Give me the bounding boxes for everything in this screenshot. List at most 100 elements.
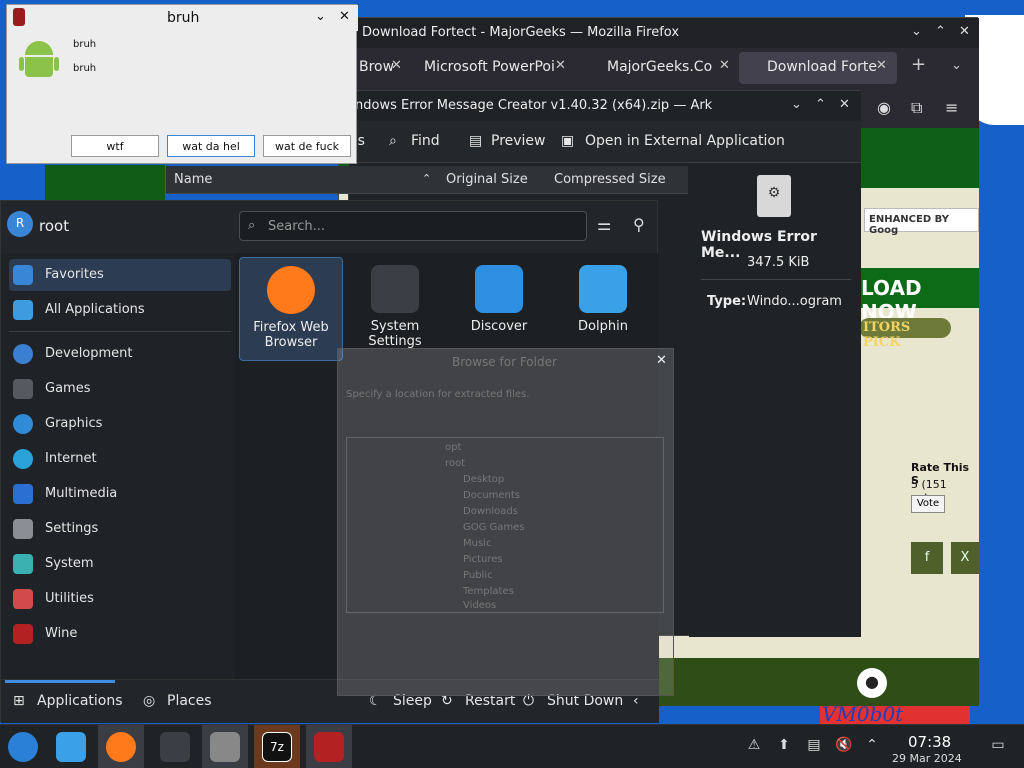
- category-list: Favorites All Applications Development G…: [1, 253, 235, 679]
- pin-icon[interactable]: ⚲: [633, 215, 645, 234]
- tab-download-fortect[interactable]: Download Forte: [739, 52, 897, 84]
- ark-info-panel: ⚙ Windows Error Me... 347.5 KiB Type: Wi…: [689, 163, 861, 637]
- taskbar-firefox[interactable]: [98, 725, 144, 768]
- tree-item[interactable]: Music: [463, 538, 491, 549]
- tab-powerpoint[interactable]: Microsoft PowerPoi: [414, 52, 554, 84]
- wat-de-fuck-button[interactable]: wat de fuck: [263, 135, 351, 157]
- updates-icon[interactable]: ⬆: [774, 737, 794, 757]
- firefox-window-title: Download Fortect - MajorGeeks — Mozilla …: [362, 25, 680, 40]
- favorite-discover[interactable]: Discover: [447, 257, 551, 361]
- tray-expand-icon[interactable]: ⌃: [862, 737, 882, 757]
- category-utilities[interactable]: Utilities: [9, 583, 231, 615]
- tab-close-icon[interactable]: ✕: [555, 58, 566, 73]
- category-settings[interactable]: Settings: [9, 513, 231, 545]
- category-graphics[interactable]: Graphics: [9, 408, 231, 440]
- open-external-button[interactable]: Open in External Application: [585, 133, 785, 149]
- facebook-icon[interactable]: f: [911, 542, 943, 574]
- tree-item[interactable]: Templates: [463, 586, 514, 597]
- tree-item[interactable]: root: [445, 458, 465, 469]
- column-original-size[interactable]: Original Size: [446, 172, 528, 187]
- tree-item[interactable]: Pictures: [463, 554, 503, 565]
- settings-icon: [160, 732, 190, 762]
- category-wine[interactable]: Wine: [9, 618, 231, 650]
- taskbar-wine[interactable]: [306, 725, 352, 768]
- tab-close-icon[interactable]: ✕: [719, 58, 730, 73]
- category-all-applications[interactable]: All Applications: [9, 294, 231, 326]
- search-input[interactable]: ⌕ Search...: [239, 211, 587, 241]
- vote-button[interactable]: Vote: [911, 495, 945, 513]
- browse-dialog-prompt: Specify a location for extracted files.: [346, 389, 530, 400]
- close-icon[interactable]: ✕: [339, 9, 350, 24]
- close-icon[interactable]: ✕: [959, 24, 970, 39]
- ark-window-title: ndows Error Message Creator v1.40.32 (x6…: [355, 98, 713, 113]
- tree-item[interactable]: Downloads: [463, 506, 518, 517]
- applications-tab[interactable]: Applications: [37, 693, 123, 709]
- clipboard-icon[interactable]: ▤: [804, 737, 824, 757]
- close-icon[interactable]: ✕: [839, 97, 850, 112]
- tab-close-icon[interactable]: ✕: [876, 58, 887, 73]
- wtf-button[interactable]: wtf: [71, 135, 159, 157]
- favorite-dolphin[interactable]: Dolphin: [551, 257, 655, 361]
- category-system[interactable]: System: [9, 548, 231, 580]
- close-icon[interactable]: ✕: [656, 353, 667, 368]
- tree-item[interactable]: Videos: [463, 600, 496, 611]
- wine-dialog-titlebar[interactable]: bruh ⌄ ✕: [7, 5, 358, 31]
- column-compressed-size[interactable]: Compressed Size: [554, 172, 666, 187]
- settings-icon: [13, 519, 33, 539]
- folder-tree[interactable]: opt root Desktop Documents Downloads GOG…: [346, 437, 664, 613]
- column-name[interactable]: Name: [174, 172, 212, 187]
- preview-button[interactable]: Preview: [491, 133, 546, 149]
- taskbar-7zip[interactable]: 7z: [254, 725, 300, 768]
- taskbar-file-manager[interactable]: [48, 725, 94, 768]
- minimize-icon[interactable]: ⌄: [315, 9, 326, 24]
- taskbar-ark[interactable]: [202, 725, 248, 768]
- extensions-icon[interactable]: ⧉: [911, 98, 922, 118]
- favorite-system-settings[interactable]: System Settings: [343, 257, 447, 361]
- show-desktop-icon[interactable]: ▭: [988, 737, 1008, 757]
- new-tab-icon[interactable]: +: [911, 54, 926, 75]
- minimize-icon[interactable]: ⌄: [911, 24, 922, 39]
- tree-item[interactable]: GOG Games: [463, 522, 525, 533]
- tree-item[interactable]: Desktop: [463, 474, 504, 485]
- avatar[interactable]: R: [7, 211, 33, 237]
- favorite-firefox[interactable]: Firefox Web Browser: [239, 257, 343, 361]
- ark-titlebar[interactable]: ndows Error Message Creator v1.40.32 (x6…: [349, 91, 861, 121]
- category-games[interactable]: Games: [9, 373, 231, 405]
- tab-majorgeeks[interactable]: MajorGeeks.Co: [579, 52, 714, 84]
- tree-item[interactable]: Public: [463, 570, 493, 581]
- minimize-icon[interactable]: ⌄: [791, 97, 802, 112]
- tree-item[interactable]: opt: [445, 442, 461, 453]
- wat-da-hel-button[interactable]: wat da hel: [167, 135, 255, 157]
- notifications-icon[interactable]: ⚠: [744, 737, 764, 757]
- reddit-icon[interactable]: ●: [857, 668, 887, 698]
- maximize-icon[interactable]: ⌃: [815, 97, 826, 112]
- category-favorites[interactable]: Favorites: [9, 259, 231, 291]
- category-internet[interactable]: Internet: [9, 443, 231, 475]
- places-tab[interactable]: Places: [167, 693, 212, 709]
- category-development[interactable]: Development: [9, 338, 231, 370]
- menu-icon[interactable]: ≡: [945, 98, 958, 117]
- start-button[interactable]: [0, 725, 46, 768]
- folder-icon: [579, 265, 627, 313]
- start-icon: [8, 732, 38, 762]
- executable-file-icon: ⚙: [757, 175, 791, 217]
- volume-muted-icon[interactable]: 🔇: [834, 737, 854, 757]
- taskbar-system-settings[interactable]: [152, 725, 198, 768]
- places-icon: ◎: [143, 693, 156, 709]
- google-search-box[interactable]: ENHANCED BY Goog: [864, 208, 979, 236]
- x-icon[interactable]: X: [951, 542, 979, 574]
- maximize-icon[interactable]: ⌃: [935, 24, 946, 39]
- tab-close-icon[interactable]: ✕: [391, 58, 402, 73]
- tab-list-icon[interactable]: ⌄: [951, 58, 962, 73]
- internet-icon: [13, 449, 33, 469]
- clock-time[interactable]: 07:38: [908, 733, 951, 751]
- firefox-titlebar[interactable]: Download Fortect - MajorGeeks — Mozilla …: [339, 18, 979, 48]
- 7zip-icon: 7z: [262, 732, 292, 762]
- download-now-button[interactable]: LOAD NOW: [857, 268, 979, 324]
- category-multimedia[interactable]: Multimedia: [9, 478, 231, 510]
- clock-date[interactable]: 29 Mar 2024: [892, 752, 962, 765]
- account-icon[interactable]: ◉: [877, 98, 891, 117]
- tree-item[interactable]: Documents: [463, 490, 520, 501]
- find-button[interactable]: Find: [411, 133, 440, 149]
- configure-icon[interactable]: ⚌: [597, 215, 611, 234]
